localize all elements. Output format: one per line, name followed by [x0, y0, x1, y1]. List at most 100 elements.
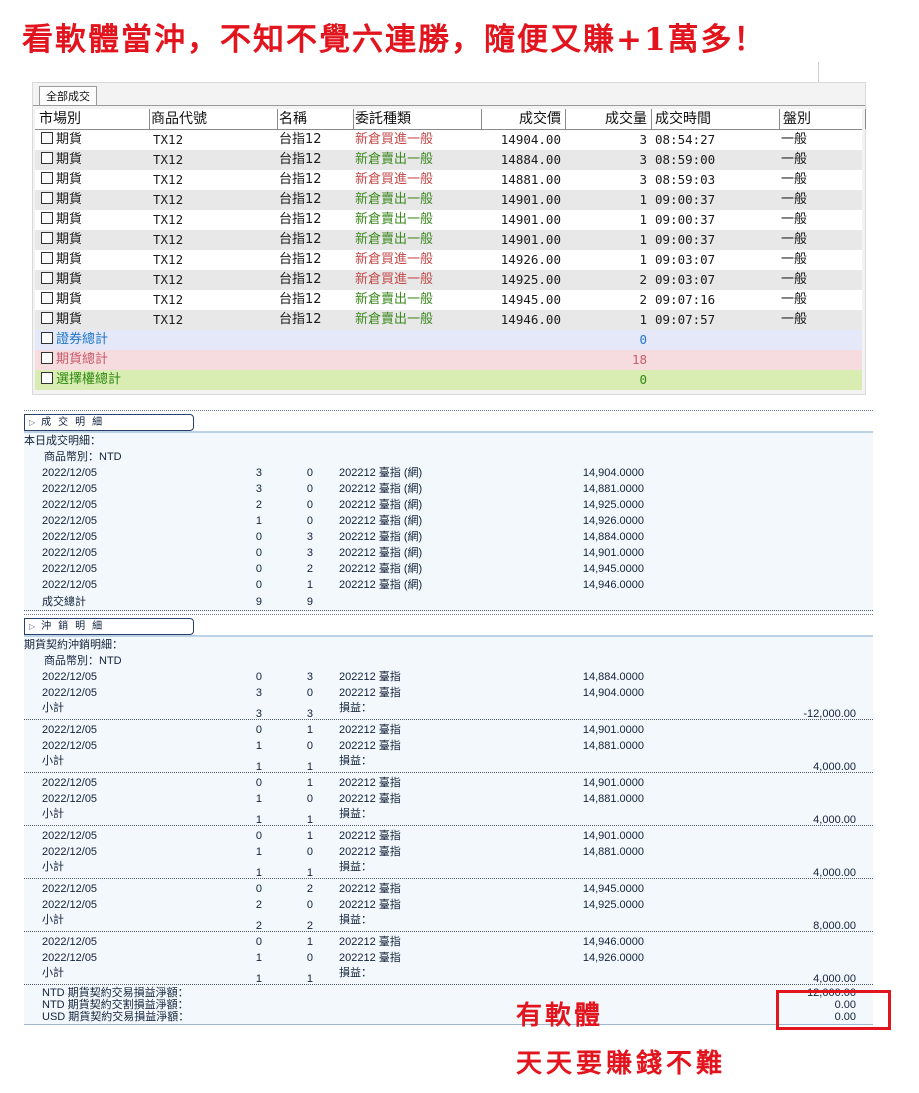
trade-date: 2022/12/05 [42, 483, 98, 495]
row-checkbox[interactable] [41, 152, 53, 164]
subtotal-buy: 2 [255, 920, 262, 932]
offset-row: 2022/12/05 2 0 202212 臺指 14,925.0000 [24, 897, 873, 913]
col-header-price[interactable]: 成交價 [479, 109, 566, 129]
cell-price: 14881.00 [500, 172, 561, 187]
subtotal-sell: 1 [306, 814, 313, 826]
cell-session: 一般 [781, 192, 808, 207]
contract-name: 202212 臺指 (網) [339, 515, 423, 527]
col-header-session[interactable]: 盤別 [779, 109, 866, 129]
cell-order-type: 新倉賣出一般 [355, 212, 434, 227]
table-row[interactable]: 期貨 TX12 台指12 新倉買進一般 14904.00 3 08:54:27 一般 [35, 130, 862, 150]
trade-price: 14,926.0000 [582, 952, 644, 964]
cell-time: 09:03:07 [655, 252, 716, 267]
cell-name: 台指12 [279, 232, 322, 247]
report-title: 期貨契約沖銷明細： [24, 639, 123, 651]
detail-row: 2022/12/05 2 0 202212 臺指 (網) 14,925.0000 [24, 497, 873, 513]
table-row[interactable]: 期貨 TX12 台指12 新倉買進一般 14926.00 1 09:03:07 一般 [35, 250, 862, 270]
trade-price: 14,884.0000 [582, 671, 644, 683]
row-checkbox[interactable] [41, 252, 53, 264]
market-text: 期貨 [56, 232, 83, 247]
col-header-order-type[interactable]: 委託種類 [351, 109, 482, 129]
total-row: 選擇權總計 0 [35, 370, 862, 390]
market-text: 期貨 [56, 192, 83, 207]
row-checkbox[interactable] [41, 352, 53, 364]
cell-session: 一般 [781, 152, 808, 167]
buy-qty: 1 [255, 793, 262, 805]
section-trade-detail-tab[interactable]: ▷ 成交明細 [24, 414, 194, 431]
subtotal-label: 小計 [42, 702, 64, 714]
table-row[interactable]: 期貨 TX12 台指12 新倉賣出一般 14901.00 1 09:00:37 一般 [35, 210, 862, 230]
row-checkbox[interactable] [41, 332, 53, 344]
pl-label: 損益： [339, 861, 372, 873]
trade-date: 2022/12/05 [42, 830, 98, 842]
cell-price: 14945.00 [500, 292, 561, 307]
trade-price: 14,881.0000 [582, 846, 644, 858]
table-row[interactable]: 期貨 TX12 台指12 新倉賣出一般 14901.00 1 09:00:37 一般 [35, 230, 862, 250]
table-row[interactable]: 期貨 TX12 台指12 新倉賣出一般 14945.00 2 09:07:16 一般 [35, 290, 862, 310]
total-sell: 9 [306, 596, 313, 608]
sell-qty: 0 [306, 499, 313, 511]
col-header-time[interactable]: 成交時間 [651, 109, 780, 129]
col-header-qty[interactable]: 成交量 [565, 109, 652, 129]
trade-date: 2022/12/05 [42, 777, 98, 789]
cell-market: 期貨 [35, 250, 145, 270]
cell-price: 14925.00 [500, 272, 561, 287]
market-text: 期貨 [56, 292, 83, 307]
row-checkbox[interactable] [41, 192, 53, 204]
col-header-name[interactable]: 名稱 [275, 109, 354, 129]
trade-date: 2022/12/05 [42, 499, 98, 511]
cell-time: 08:59:03 [655, 172, 716, 187]
tab-all-trades[interactable]: 全部成交 [39, 86, 97, 106]
grid-header: 市場別 商品代號 名稱 委託種類 成交價 成交量 成交時間 盤別 [35, 109, 866, 130]
cell-session: 一般 [781, 132, 808, 147]
subtotal-buy: 1 [255, 761, 262, 773]
market-text: 期貨 [56, 172, 83, 187]
cell-order-type: 新倉賣出一般 [355, 152, 434, 167]
buy-qty: 1 [255, 952, 262, 964]
row-checkbox[interactable] [41, 312, 53, 324]
cell-name: 台指12 [279, 292, 322, 307]
cell-time: 09:07:57 [655, 312, 716, 327]
trade-date: 2022/12/05 [42, 952, 98, 964]
row-checkbox[interactable] [41, 292, 53, 304]
cell-qty: 3 [639, 132, 647, 147]
cell-name: 台指12 [279, 152, 322, 167]
row-checkbox[interactable] [41, 372, 53, 384]
offset-row: 2022/12/05 1 0 202212 臺指 14,881.0000 [24, 791, 873, 807]
table-row[interactable]: 期貨 TX12 台指12 新倉買進一般 14881.00 3 08:59:03 一般 [35, 170, 862, 190]
table-row[interactable]: 期貨 TX12 台指12 新倉賣出一般 14946.00 1 09:07:57 一般 [35, 310, 862, 330]
trade-date: 2022/12/05 [42, 899, 98, 911]
row-checkbox[interactable] [41, 272, 53, 284]
cell-qty: 1 [639, 252, 647, 267]
subtotal-row: 小計 3 3 損益： -12,000.00 [24, 702, 873, 720]
buy-qty: 3 [255, 483, 262, 495]
cell-name: 台指12 [279, 172, 322, 187]
triangle-icon: ▷ [29, 418, 36, 427]
cell-code: TX12 [153, 132, 184, 147]
buy-qty: 0 [255, 830, 262, 842]
row-checkbox[interactable] [41, 132, 53, 144]
detail-row: 2022/12/05 0 3 202212 臺指 (網) 14,884.0000 [24, 529, 873, 545]
contract-name: 202212 臺指 (網) [339, 499, 423, 511]
col-header-market[interactable]: 市場別 [35, 109, 150, 129]
cell-time: 09:00:37 [655, 212, 716, 227]
offset-row: 2022/12/05 0 3 202212 臺指 14,884.0000 [24, 669, 873, 685]
col-header-code[interactable]: 商品代號 [147, 109, 278, 129]
cell-order-type: 新倉買進一般 [355, 272, 434, 287]
subtotal-buy: 1 [255, 814, 262, 826]
total-buy: 9 [255, 596, 262, 608]
table-row[interactable]: 期貨 TX12 台指12 新倉賣出一般 14901.00 1 09:00:37 一般 [35, 190, 862, 210]
cell-total-label: 證券總計 [35, 330, 175, 350]
currency-label: 商品幣別：NTD [44, 655, 122, 667]
row-checkbox[interactable] [41, 172, 53, 184]
cell-price: 14884.00 [500, 152, 561, 167]
row-checkbox[interactable] [41, 212, 53, 224]
detail-row: 2022/12/05 0 2 202212 臺指 (網) 14,945.0000 [24, 561, 873, 577]
sell-qty: 1 [306, 724, 313, 736]
table-row[interactable]: 期貨 TX12 台指12 新倉買進一般 14925.00 2 09:03:07 一般 [35, 270, 862, 290]
table-row[interactable]: 期貨 TX12 台指12 新倉賣出一般 14884.00 3 08:59:00 一般 [35, 150, 862, 170]
market-text: 期貨 [56, 132, 83, 147]
cell-qty: 1 [639, 192, 647, 207]
row-checkbox[interactable] [41, 232, 53, 244]
section-offset-detail-tab[interactable]: ▷ 沖銷明細 [24, 618, 194, 635]
